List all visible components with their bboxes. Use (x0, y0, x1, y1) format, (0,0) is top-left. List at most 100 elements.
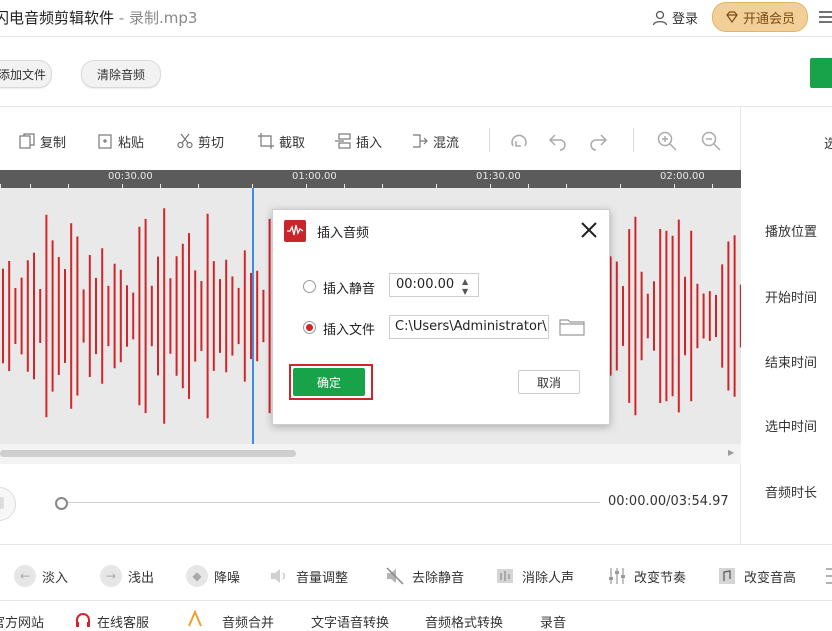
progress-handle[interactable] (55, 497, 68, 510)
fade-out-icon: → (100, 565, 122, 587)
title-bar: 闪电音频剪辑软件 - 录制.mp3 登录 开通会员 (0, 0, 832, 37)
toolbar-divider (633, 128, 634, 152)
copy-button[interactable]: 复制 (18, 128, 66, 154)
diamond-icon (726, 11, 738, 24)
fade-in-label: 淡入 (42, 570, 69, 586)
loop-icon[interactable] (508, 130, 530, 152)
audio-duration-label: 音频时长 (765, 486, 818, 501)
zoom-out-icon[interactable] (700, 130, 722, 152)
record-link[interactable]: 录音 (540, 612, 566, 631)
change-pitch-label: 改变音高 (744, 570, 797, 586)
fade-out-button[interactable]: → 浅出 (100, 564, 154, 588)
tick-label: 02:00.00 (660, 171, 705, 182)
trim-button[interactable]: 截取 (257, 128, 305, 154)
copy-icon (19, 133, 35, 149)
hot-icon (188, 610, 202, 627)
paste-icon (98, 134, 112, 149)
add-file-button[interactable]: 添加文件 (0, 60, 52, 88)
trim-label: 截取 (279, 135, 306, 151)
cancel-button[interactable]: 取消 (518, 370, 580, 394)
app-name: 闪电音频剪辑软件 (0, 9, 115, 27)
scrollbar-thumb[interactable] (0, 450, 296, 457)
zoom-in-icon[interactable] (656, 130, 678, 152)
menu-icon[interactable] (818, 9, 832, 25)
stop-icon (0, 497, 4, 509)
user-icon (652, 10, 668, 25)
clear-audio-button[interactable]: 清除音频 (81, 60, 161, 88)
silence-radio[interactable] (303, 280, 316, 293)
insert-audio-dialog: 插入音频 插入静音 00:00.00 ▲ ▼ 插入文件 C:\Users\Adm… (272, 209, 610, 425)
file-path-input[interactable]: C:\Users\Administrator\ (389, 315, 549, 339)
mix-icon (413, 134, 428, 148)
change-tempo-label: 改变节奏 (634, 570, 687, 586)
denoise-icon: ◆ (186, 565, 208, 587)
remove-silence-button[interactable]: 去除静音 (384, 564, 464, 588)
time-readout: 00:00.00/03:54.97 (608, 494, 729, 509)
vip-label: 开通会员 (742, 11, 795, 27)
change-tempo-button[interactable]: 改变节奏 (606, 564, 686, 588)
spin-up-icon[interactable]: ▲ (462, 277, 468, 286)
scroll-right-arrow[interactable]: ▶ (728, 448, 734, 457)
mix-label: 混流 (433, 135, 460, 151)
right-panel-header: 选 (824, 137, 832, 152)
tick-label: 00:30.00 (108, 171, 153, 182)
copy-label: 复制 (40, 135, 67, 151)
fade-in-button[interactable]: ← 淡入 (14, 564, 68, 588)
undo-icon[interactable] (547, 130, 569, 152)
fade-out-label: 浅出 (128, 570, 155, 586)
volume-adjust-button[interactable]: 音量调整 (268, 564, 348, 588)
remove-vocal-button[interactable]: 消除人声 (494, 564, 574, 588)
title-separator: - (114, 9, 129, 27)
speaker-icon (271, 569, 286, 583)
mute-icon (386, 567, 404, 585)
export-button[interactable] (810, 58, 832, 88)
audio-merge-link[interactable]: 音频合并 (222, 612, 274, 631)
official-site-link[interactable]: 官方网站 (0, 612, 44, 631)
clear-audio-label: 清除音频 (96, 67, 145, 82)
playback-progress[interactable] (60, 502, 600, 503)
folder-icon[interactable] (559, 316, 585, 336)
sliders-icon (609, 568, 625, 584)
mix-button[interactable]: 混流 (411, 128, 459, 154)
online-service-link[interactable]: 在线客服 (97, 612, 149, 631)
cut-button[interactable]: 剪切 (176, 128, 224, 154)
paste-button[interactable]: 粘贴 (96, 128, 144, 154)
dialog-title: 插入音频 (317, 226, 370, 241)
redo-icon[interactable] (587, 130, 609, 152)
window-title: 闪电音频剪辑软件 - 录制.mp3 (0, 7, 197, 28)
fade-in-icon: ← (14, 565, 36, 587)
ok-button[interactable]: 确定 (293, 368, 365, 396)
insert-button[interactable]: 插入 (334, 128, 382, 154)
change-pitch-button[interactable]: 改变音高 (716, 564, 796, 588)
spin-down-icon[interactable]: ▼ (462, 287, 468, 296)
format-convert-link[interactable]: 音频格式转换 (425, 612, 503, 631)
insert-icon (335, 133, 351, 149)
tick-label: 01:00.00 (292, 171, 337, 182)
add-file-label: 添加文件 (0, 67, 46, 82)
tick-label: 01:30.00 (476, 171, 521, 182)
file-name: 录制.mp3 (128, 9, 198, 27)
volume-adjust-label: 音量调整 (296, 570, 349, 586)
file-option-label: 插入文件 (323, 323, 376, 338)
paste-label: 粘贴 (118, 135, 145, 151)
headset-icon (76, 613, 90, 627)
vip-button[interactable]: 开通会员 (712, 2, 808, 32)
silence-option-label: 插入静音 (323, 282, 376, 297)
more-effects-icon[interactable] (822, 566, 832, 586)
play-position-label: 播放位置 (765, 225, 818, 240)
equalizer-icon (497, 569, 513, 583)
remove-vocal-label: 消除人声 (522, 570, 575, 586)
insert-label: 插入 (356, 135, 383, 151)
remove-silence-label: 去除静音 (412, 570, 465, 586)
app-logo-icon (284, 220, 306, 242)
denoise-button[interactable]: ◆ 降噪 (186, 564, 240, 588)
cut-label: 剪切 (198, 135, 225, 151)
tts-link[interactable]: 文字语音转换 (311, 612, 389, 631)
toolbar-divider (489, 128, 490, 152)
file-radio[interactable] (303, 321, 316, 334)
divider (0, 544, 832, 545)
denoise-label: 降噪 (214, 570, 241, 586)
login-button[interactable]: 登录 (651, 8, 698, 27)
close-icon[interactable] (579, 220, 599, 240)
end-time-label: 结束时间 (765, 356, 818, 371)
